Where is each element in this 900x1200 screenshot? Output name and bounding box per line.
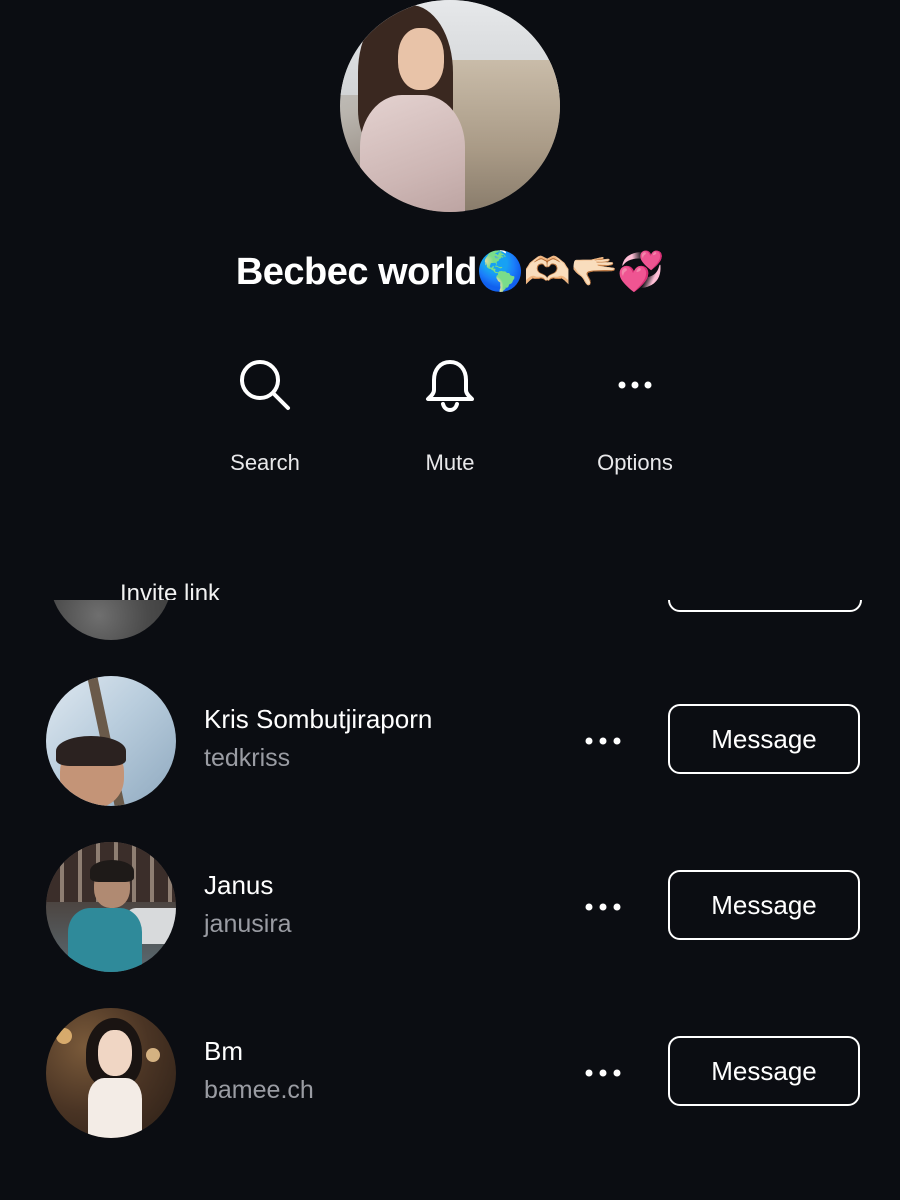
avatar-hair xyxy=(90,860,134,882)
message-button[interactable]: Message xyxy=(668,704,860,774)
member-handle: bamee.ch xyxy=(204,1076,314,1104)
options-action-button[interactable]: Options xyxy=(565,350,705,476)
mute-action-button[interactable]: Mute xyxy=(380,350,520,476)
avatar-face xyxy=(98,1030,132,1076)
more-options-icon[interactable] xyxy=(580,721,626,761)
options-action-label: Options xyxy=(597,450,673,475)
member-avatar[interactable] xyxy=(46,676,176,806)
member-avatar[interactable] xyxy=(46,1008,176,1138)
member-avatar[interactable] xyxy=(46,842,176,972)
avatar-light xyxy=(56,1028,72,1044)
avatar-hair xyxy=(56,736,126,766)
channel-avatar[interactable] xyxy=(340,0,560,212)
partial-message-button[interactable] xyxy=(668,600,862,612)
avatar-person-face xyxy=(398,28,444,90)
member-name: Kris Sombutjiraporn xyxy=(204,704,433,734)
avatar-body xyxy=(68,908,142,972)
avatar-dress xyxy=(88,1078,142,1138)
avatar-light xyxy=(146,1048,160,1062)
invite-link-label: Invite link xyxy=(120,580,221,600)
member-name: Bm xyxy=(204,1036,243,1066)
search-icon[interactable] xyxy=(195,350,335,420)
member-row[interactable]: Bm bamee.ch Message xyxy=(0,1008,900,1148)
message-button[interactable]: Message xyxy=(668,870,860,940)
member-name: Janus xyxy=(204,870,274,900)
member-handle: janusira xyxy=(204,910,292,938)
bell-icon[interactable] xyxy=(380,350,520,420)
more-options-icon[interactable] xyxy=(580,1053,626,1093)
partial-avatar-image xyxy=(50,600,172,640)
member-row[interactable]: Kris Sombutjiraporn tedkriss Message xyxy=(0,676,900,816)
partial-member-avatar[interactable] xyxy=(50,600,172,640)
member-handle: tedkriss xyxy=(204,744,291,772)
more-options-icon[interactable] xyxy=(580,887,626,927)
channel-title: Becbec world🌎🫶🏻🫳🏻💞 xyxy=(235,251,665,293)
mute-action-label: Mute xyxy=(425,450,475,475)
search-action-label: Search xyxy=(230,450,300,475)
member-row[interactable]: Janus janusira Message xyxy=(0,842,900,982)
partial-button-outline xyxy=(668,600,862,612)
message-button[interactable]: Message xyxy=(668,1036,860,1106)
more-horizontal-icon[interactable] xyxy=(565,350,705,420)
search-action-button[interactable]: Search xyxy=(195,350,335,476)
avatar-person-coat xyxy=(360,95,465,212)
